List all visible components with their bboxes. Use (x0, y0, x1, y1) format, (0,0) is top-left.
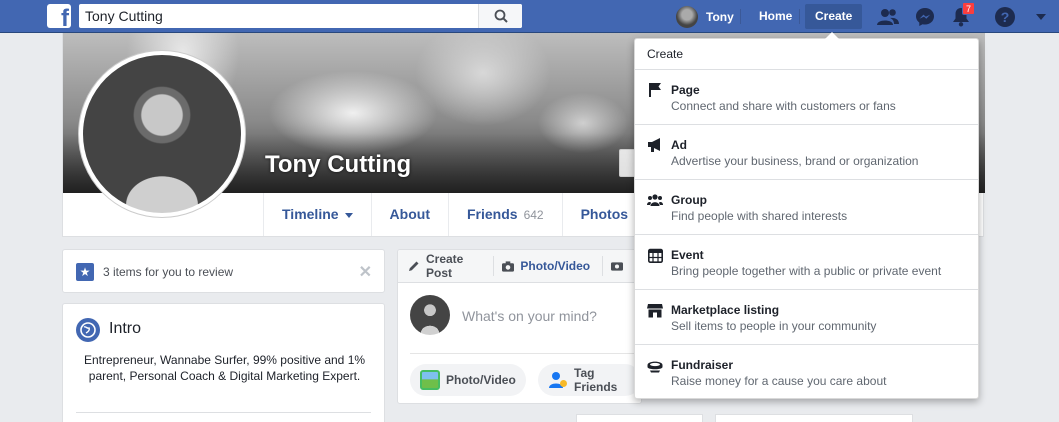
menu-item-description: Bring people together with a public or p… (671, 264, 942, 278)
menu-item-event[interactable]: Event Bring people together with a publi… (635, 235, 978, 290)
create-dropdown-menu: Create Page Connect and share with custo… (634, 32, 979, 400)
menu-item-title: Page (671, 83, 700, 97)
menu-item-page[interactable]: Page Connect and share with customers or… (635, 70, 978, 125)
tab-label: Friends (466, 206, 518, 222)
messenger-icon[interactable] (914, 6, 936, 28)
calendar-icon (647, 247, 663, 263)
profile-tabs: Timeline About Friends 642 Photos (263, 193, 646, 236)
flag-icon (647, 82, 663, 98)
button-label: Photo/Video (446, 373, 516, 387)
dropdown-header: Create (635, 39, 978, 70)
search-button[interactable] (478, 4, 522, 28)
nav-divider (799, 9, 800, 24)
home-link[interactable]: Home (749, 4, 802, 29)
photo-video-button[interactable]: Photo/Video (410, 364, 526, 396)
menu-item-marketplace-listing[interactable]: Marketplace listing Sell items to people… (635, 290, 978, 345)
menu-item-description: Advertise your business, brand or organi… (671, 154, 919, 168)
tab-photo-video[interactable]: Photo/Video (502, 259, 590, 273)
intro-card: Intro Entrepreneur, Wannabe Surfer, 99% … (62, 303, 385, 422)
fundraiser-icon (647, 357, 663, 373)
divider (602, 256, 604, 276)
tab-label: Photo/Video (520, 259, 591, 273)
review-items-card[interactable]: ★ 3 items for you to review ✕ (62, 249, 385, 293)
friends-count: 642 (523, 208, 544, 222)
tab-label: Timeline (282, 206, 339, 222)
notification-count-badge: 7 (962, 2, 976, 15)
shop-icon (647, 302, 663, 318)
menu-item-title: Marketplace listing (671, 303, 780, 317)
menu-item-description: Find people with shared interests (671, 209, 848, 223)
facebook-logo-icon[interactable]: f (47, 4, 71, 28)
button-label: Tag Friends (574, 366, 618, 394)
help-icon[interactable]: ? (994, 6, 1016, 28)
divider (493, 256, 495, 276)
menu-item-description: Sell items to people in your community (671, 319, 877, 333)
pencil-icon (408, 261, 420, 272)
partial-card (576, 414, 703, 422)
review-items-text: 3 items for you to review (103, 265, 234, 279)
post-composer: Create Post Photo/Video What's on your m… (397, 249, 642, 404)
star-icon: ★ (76, 263, 94, 281)
tab-label: Photos (580, 206, 629, 222)
video-icon (611, 261, 624, 272)
search-icon (494, 9, 508, 23)
chevron-down-icon (344, 212, 353, 218)
menu-item-description: Raise money for a cause you care about (671, 374, 887, 388)
tab-label: About (389, 206, 430, 222)
svg-text:?: ? (1001, 9, 1010, 25)
megaphone-icon (647, 137, 663, 153)
menu-item-group[interactable]: Group Find people with shared interests (635, 180, 978, 235)
create-button[interactable]: Create (805, 4, 863, 29)
menu-item-description: Connect and share with customers or fans (671, 99, 896, 113)
composer-tabs: Create Post Photo/Video (398, 250, 641, 283)
tab-create-post[interactable]: Create Post (408, 252, 481, 280)
search-bar (79, 4, 522, 28)
nav-divider (740, 9, 741, 24)
tab-timeline[interactable]: Timeline (263, 193, 371, 236)
tab-about[interactable]: About (370, 193, 448, 236)
menu-item-title: Fundraiser (671, 358, 734, 372)
globe-icon (76, 318, 100, 342)
divider (76, 412, 371, 413)
tab-live-video[interactable] (611, 261, 629, 272)
menu-item-title: Group (671, 193, 707, 207)
avatar (83, 55, 241, 213)
photo-icon (420, 370, 440, 390)
tag-friends-button[interactable]: Tag Friends (538, 364, 641, 396)
avatar (410, 295, 450, 335)
profile-name[interactable]: Tony Cutting (265, 151, 411, 179)
account-menu-caret-icon[interactable] (1030, 6, 1052, 28)
menu-item-ad[interactable]: Ad Advertise your business, brand or org… (635, 125, 978, 180)
intro-title: Intro (109, 320, 142, 337)
profile-picture[interactable] (78, 50, 246, 218)
intro-bio: Entrepreneur, Wannabe Surfer, 99% positi… (83, 353, 366, 383)
camera-icon (502, 260, 515, 272)
tab-friends[interactable]: Friends 642 (447, 193, 562, 236)
post-input[interactable]: What's on your mind? (462, 308, 597, 324)
menu-item-fundraiser[interactable]: Fundraiser Raise money for a cause you c… (635, 345, 978, 400)
menu-item-title: Ad (671, 138, 687, 152)
avatar (676, 5, 698, 28)
group-icon (647, 192, 663, 208)
nav-profile-link[interactable]: Tony (676, 4, 734, 29)
tag-friends-icon (548, 370, 568, 390)
partial-card (715, 414, 913, 422)
search-input[interactable] (79, 4, 478, 28)
friend-requests-icon[interactable] (877, 6, 899, 28)
close-icon[interactable]: ✕ (359, 262, 372, 282)
tab-label: Create Post (426, 252, 464, 280)
divider (410, 353, 641, 354)
menu-item-title: Event (671, 248, 704, 262)
nav-profile-name: Tony (706, 9, 734, 24)
top-navigation-bar: f Tony Home Create 7 ? (0, 0, 1059, 33)
